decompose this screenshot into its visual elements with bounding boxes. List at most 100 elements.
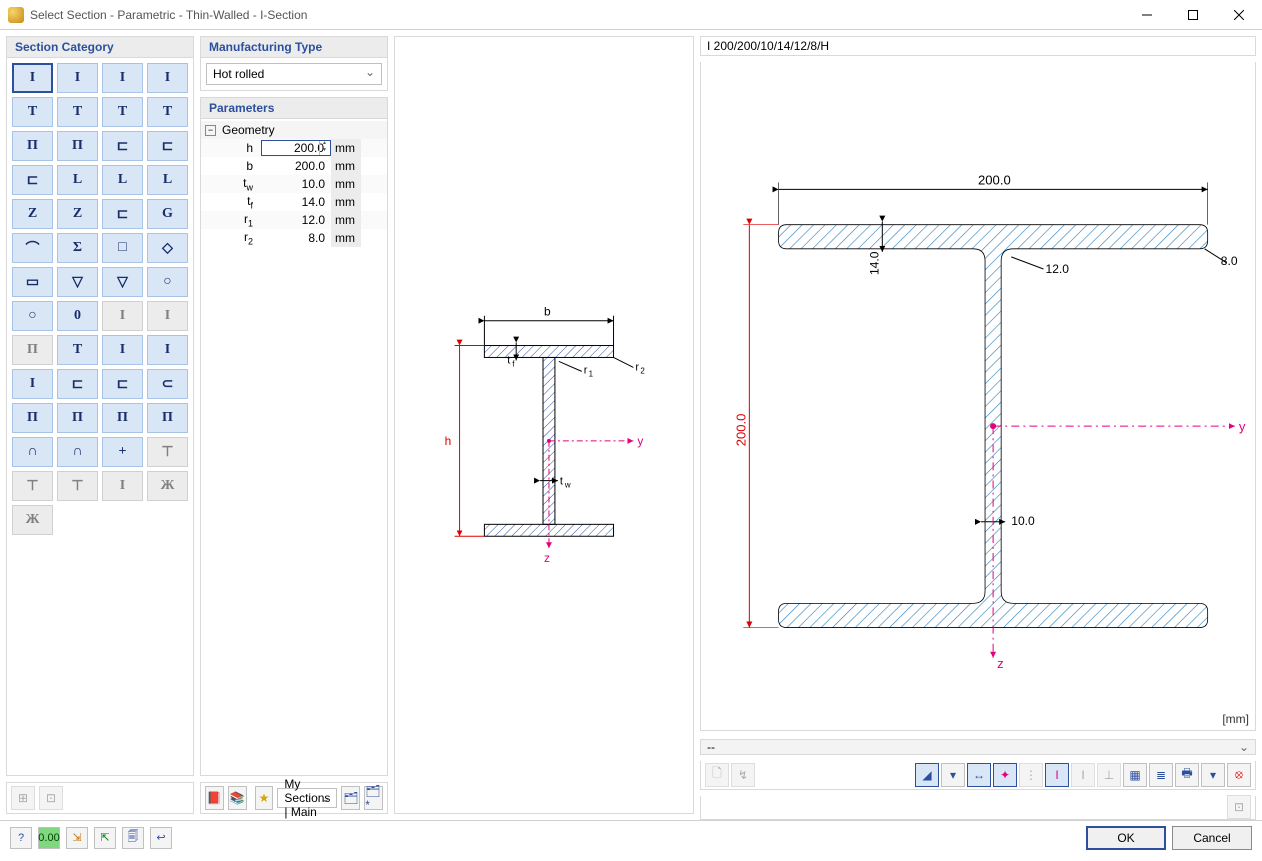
folder-button[interactable]: 🗂	[341, 786, 360, 810]
spinner-icon[interactable]: ▲▼	[319, 141, 329, 155]
manufacturing-type-select[interactable]: Hot rolled	[206, 63, 382, 85]
param-row-r1[interactable]: r112.0mm	[201, 211, 387, 229]
param-row-r2[interactable]: r28.0mm	[201, 229, 387, 247]
section-shape-50[interactable]: I	[102, 471, 143, 501]
section-shape-1[interactable]: I	[57, 63, 98, 93]
section-shape-15[interactable]: L	[147, 165, 188, 195]
section-shape-9[interactable]: Π	[57, 131, 98, 161]
section-shape-51[interactable]: Ж	[147, 471, 188, 501]
section-shape-16[interactable]: Z	[12, 199, 53, 229]
new-folder-button[interactable]: 🗂*	[364, 786, 383, 810]
manufacturing-type-header: Manufacturing Type	[200, 36, 388, 58]
close-button[interactable]	[1216, 0, 1262, 30]
book-button[interactable]: 📚	[228, 786, 247, 810]
view-iso-button[interactable]: ◢	[915, 763, 939, 787]
section-shape-39[interactable]: ⊂	[147, 369, 188, 399]
units-button[interactable]: 0.00	[38, 827, 60, 849]
section-shape-11[interactable]: ⊏	[147, 131, 188, 161]
section-shape-23[interactable]: ◇	[147, 233, 188, 263]
param-value[interactable]: 200.0▲▼	[261, 140, 331, 156]
extra2-button[interactable]: ⊥	[1097, 763, 1121, 787]
group-expand-button[interactable]: ⊞	[11, 786, 35, 810]
param-row-tw[interactable]: tw10.0mm	[201, 175, 387, 193]
library-button[interactable]: 📕	[205, 786, 224, 810]
undo-button[interactable]: ↩	[150, 827, 172, 849]
stress-point-button[interactable]: ⊡	[1227, 795, 1251, 819]
section-shape-45[interactable]: ∩	[57, 437, 98, 467]
shear-button[interactable]: ⋮	[1019, 763, 1043, 787]
maximize-button[interactable]	[1170, 0, 1216, 30]
param-row-tf[interactable]: tf14.0mm	[201, 193, 387, 211]
print-button[interactable]: 🖶	[1175, 763, 1199, 787]
export-button[interactable]: ⇲	[66, 827, 88, 849]
section-shape-37[interactable]: ⊏	[57, 369, 98, 399]
section-shape-21[interactable]: Σ	[57, 233, 98, 263]
section-shape-52[interactable]: Ж	[12, 505, 53, 535]
copy-button[interactable]: 🗐	[122, 827, 144, 849]
section-shape-3[interactable]: I	[147, 63, 188, 93]
param-row-h[interactable]: h200.0▲▼mm	[201, 139, 387, 157]
param-group-geometry[interactable]: − Geometry	[201, 121, 387, 139]
axes-toggle-button[interactable]: ✦	[993, 763, 1017, 787]
group-collapse-button[interactable]: ⊡	[39, 786, 63, 810]
section-shape-20[interactable]: ⌒	[12, 233, 53, 263]
section-shape-44[interactable]: ∩	[12, 437, 53, 467]
section-shape-12[interactable]: ⊏	[12, 165, 53, 195]
section-shape-18[interactable]: ⊏	[102, 199, 143, 229]
section-shape-28[interactable]: ○	[12, 301, 53, 331]
section-shape-30[interactable]: I	[102, 301, 143, 331]
import-button[interactable]: ⇱	[94, 827, 116, 849]
favorite-add-button[interactable]: ★	[255, 786, 274, 810]
section-shape-2[interactable]: I	[102, 63, 143, 93]
ok-button[interactable]: OK	[1086, 826, 1166, 850]
edit-button[interactable]: ↯	[731, 763, 755, 787]
section-shape-47[interactable]: ⊤	[147, 437, 188, 467]
section-shape-43[interactable]: Π	[147, 403, 188, 433]
section-shape-27[interactable]: ○	[147, 267, 188, 297]
section-shape-48[interactable]: ⊤	[12, 471, 53, 501]
principal-button[interactable]: I	[1045, 763, 1069, 787]
favorites-select[interactable]: My Sections | Main	[277, 788, 337, 808]
section-shape-19[interactable]: G	[147, 199, 188, 229]
section-shape-8[interactable]: Π	[12, 131, 53, 161]
help-button[interactable]: ?	[10, 827, 32, 849]
section-shape-13[interactable]: L	[57, 165, 98, 195]
section-shape-5[interactable]: T	[57, 97, 98, 127]
section-shape-33[interactable]: T	[57, 335, 98, 365]
param-row-b[interactable]: b200.0mm	[201, 157, 387, 175]
section-shape-17[interactable]: Z	[57, 199, 98, 229]
section-shape-35[interactable]: I	[147, 335, 188, 365]
section-shape-36[interactable]: I	[12, 369, 53, 399]
cancel-button[interactable]: Cancel	[1172, 826, 1252, 850]
section-shape-4[interactable]: T	[12, 97, 53, 127]
extra1-button[interactable]: I	[1071, 763, 1095, 787]
print-menu-button[interactable]: ▾	[1201, 763, 1225, 787]
section-shape-14[interactable]: L	[102, 165, 143, 195]
section-shape-34[interactable]: I	[102, 335, 143, 365]
dim-toggle-button[interactable]: ↔	[967, 763, 991, 787]
section-shape-0[interactable]: I	[12, 63, 53, 93]
section-shape-25[interactable]: ▽	[57, 267, 98, 297]
section-shape-32[interactable]: Π	[12, 335, 53, 365]
section-shape-7[interactable]: T	[147, 97, 188, 127]
section-shape-42[interactable]: Π	[102, 403, 143, 433]
section-shape-26[interactable]: ▽	[102, 267, 143, 297]
prop-button[interactable]: 🗋	[705, 763, 729, 787]
list-button[interactable]: ≣	[1149, 763, 1173, 787]
section-shape-24[interactable]: ▭	[12, 267, 53, 297]
section-shape-46[interactable]: +	[102, 437, 143, 467]
section-shape-40[interactable]: Π	[12, 403, 53, 433]
reset-button[interactable]: ⦻	[1227, 763, 1251, 787]
section-shape-31[interactable]: I	[147, 301, 188, 331]
section-shape-49[interactable]: ⊤	[57, 471, 98, 501]
section-shape-6[interactable]: T	[102, 97, 143, 127]
section-shape-10[interactable]: ⊏	[102, 131, 143, 161]
info-select[interactable]: --	[700, 739, 1256, 755]
grid-button[interactable]: ▦	[1123, 763, 1147, 787]
section-shape-41[interactable]: Π	[57, 403, 98, 433]
minimize-button[interactable]	[1124, 0, 1170, 30]
section-shape-38[interactable]: ⊏	[102, 369, 143, 399]
section-shape-22[interactable]: □	[102, 233, 143, 263]
section-shape-29[interactable]: 0	[57, 301, 98, 331]
view-menu-button[interactable]: ▾	[941, 763, 965, 787]
